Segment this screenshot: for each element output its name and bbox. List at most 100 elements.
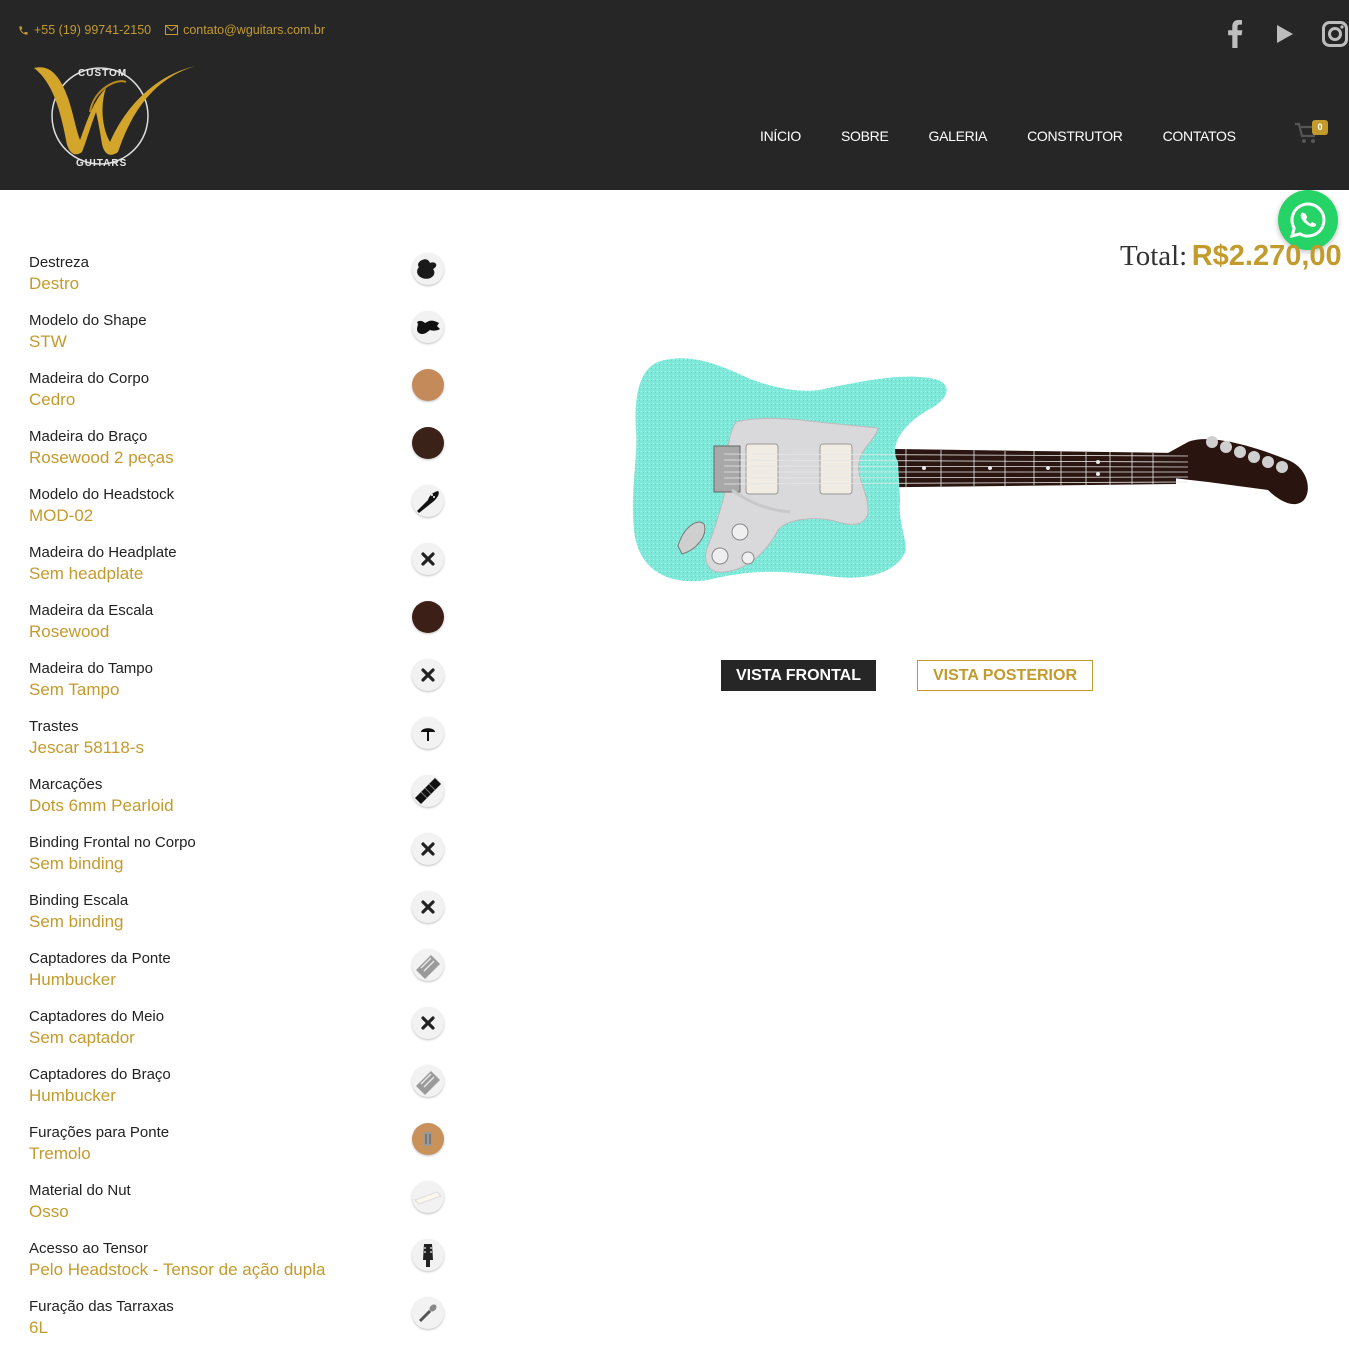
option-label: Captadores do Meio bbox=[29, 1008, 165, 1025]
facebook-icon[interactable] bbox=[1221, 18, 1249, 50]
guitar-preview bbox=[628, 350, 1318, 590]
option-label: Madeira da Escala bbox=[29, 602, 154, 619]
phone-icon bbox=[19, 25, 28, 35]
strat-body-icon bbox=[412, 311, 444, 343]
option-madeira-corpo[interactable]: Madeira do Corpo Cedro bbox=[29, 369, 449, 427]
contact-bar: +55 (19) 99741-2150 contato@wguitars.com… bbox=[18, 23, 325, 37]
youtube-icon[interactable] bbox=[1271, 18, 1299, 50]
option-value: Pelo Headstock - Tensor de ação dupla bbox=[29, 1260, 326, 1279]
humbucker-icon bbox=[412, 949, 444, 981]
front-view-button[interactable]: VISTA FRONTAL bbox=[721, 660, 876, 691]
nav-construtor[interactable]: CONSTRUTOR bbox=[1027, 128, 1123, 144]
nut-icon bbox=[412, 1181, 444, 1213]
option-value: Tremolo bbox=[29, 1144, 91, 1163]
none-x-icon bbox=[412, 659, 444, 691]
nav-inicio[interactable]: INÍCIO bbox=[760, 128, 801, 144]
logo-custom-text: CUSTOM bbox=[78, 68, 127, 79]
option-value: Sem captador bbox=[29, 1028, 135, 1047]
option-binding-corpo[interactable]: Binding Frontal no Corpo Sem binding bbox=[29, 833, 449, 891]
option-value: Humbucker bbox=[29, 970, 116, 989]
option-value: Osso bbox=[29, 1202, 69, 1221]
option-trastes[interactable]: Trastes Jescar 58118-s bbox=[29, 717, 449, 775]
option-value: Sem binding bbox=[29, 912, 124, 931]
option-label: Marcações bbox=[29, 776, 103, 793]
option-binding-escala[interactable]: Binding Escala Sem binding bbox=[29, 891, 449, 949]
instagram-icon[interactable] bbox=[1321, 18, 1349, 50]
option-label: Captadores da Ponte bbox=[29, 950, 171, 967]
option-value: Sem headplate bbox=[29, 564, 144, 583]
option-modelo-headstock[interactable]: Modelo do Headstock MOD-02 bbox=[29, 485, 449, 543]
option-value: Rosewood 2 peças bbox=[29, 448, 174, 467]
option-value: Jescar 58118-s bbox=[29, 738, 144, 757]
option-label: Madeira do Tampo bbox=[29, 660, 153, 677]
cart-button[interactable]: 0 bbox=[1294, 120, 1330, 148]
total-value: R$2.270,00 bbox=[1191, 240, 1342, 272]
nav-sobre[interactable]: SOBRE bbox=[841, 128, 889, 144]
phone-contact[interactable]: +55 (19) 99741-2150 bbox=[18, 23, 151, 37]
none-x-icon bbox=[412, 891, 444, 923]
email-contact[interactable]: contato@wguitars.com.br bbox=[165, 23, 325, 37]
back-view-button[interactable]: VISTA POSTERIOR bbox=[917, 660, 1093, 691]
option-label: Captadores do Braço bbox=[29, 1066, 171, 1083]
bridge-pickup bbox=[745, 443, 779, 495]
headstock-icon bbox=[412, 485, 444, 517]
none-x-icon bbox=[412, 1007, 444, 1039]
total-price: Total: R$2.270,00 bbox=[1120, 240, 1342, 273]
option-captadores-braco[interactable]: Captadores do Braço Humbucker bbox=[29, 1065, 449, 1123]
option-value: 6L bbox=[29, 1318, 48, 1337]
option-value: STW bbox=[29, 332, 67, 351]
tuner-icon bbox=[412, 1297, 444, 1329]
brand-logo[interactable]: CUSTOM GUITARS bbox=[30, 58, 200, 176]
nav-galeria[interactable]: GALERIA bbox=[929, 128, 988, 144]
option-madeira-escala[interactable]: Madeira da Escala Rosewood bbox=[29, 601, 449, 659]
option-value: Cedro bbox=[29, 390, 76, 409]
humbucker-icon bbox=[412, 1065, 444, 1097]
fret-icon bbox=[412, 717, 444, 749]
neck-pickup bbox=[819, 443, 853, 495]
option-label: Acesso ao Tensor bbox=[29, 1240, 148, 1257]
option-madeira-headplate[interactable]: Madeira do Headplate Sem headplate bbox=[29, 543, 449, 601]
wood-swatch-icon bbox=[412, 427, 444, 459]
option-label: Modelo do Headstock bbox=[29, 486, 175, 503]
option-madeira-tampo[interactable]: Madeira do Tampo Sem Tampo bbox=[29, 659, 449, 717]
logo-guitars-text: GUITARS bbox=[76, 158, 127, 169]
option-value: Rosewood bbox=[29, 622, 110, 641]
option-label: Madeira do Braço bbox=[29, 428, 148, 445]
fretboard-icon bbox=[412, 775, 444, 807]
envelope-icon bbox=[165, 25, 179, 35]
wood-swatch-icon bbox=[412, 369, 444, 401]
phone-text: +55 (19) 99741-2150 bbox=[34, 23, 152, 37]
option-marcacoes[interactable]: Marcações Dots 6mm Pearloid bbox=[29, 775, 449, 833]
option-label: Material do Nut bbox=[29, 1182, 131, 1199]
nav-contatos[interactable]: CONTATOS bbox=[1163, 128, 1236, 144]
option-captadores-ponte[interactable]: Captadores da Ponte Humbucker bbox=[29, 949, 449, 1007]
option-label: Madeira do Headplate bbox=[29, 544, 177, 561]
tremolo-bridge bbox=[713, 445, 741, 493]
options-list: Destreza Destro Modelo do Shape STW Made… bbox=[29, 253, 449, 1351]
none-x-icon bbox=[412, 543, 444, 575]
option-label: Madeira do Corpo bbox=[29, 370, 150, 387]
option-label: Binding Escala bbox=[29, 892, 129, 909]
total-label: Total: bbox=[1120, 240, 1188, 272]
option-destreza[interactable]: Destreza Destro bbox=[29, 253, 449, 311]
option-material-nut[interactable]: Material do Nut Osso bbox=[29, 1181, 449, 1239]
cart-count-badge: 0 bbox=[1312, 120, 1328, 135]
wood-swatch-icon bbox=[412, 601, 444, 633]
option-value: Humbucker bbox=[29, 1086, 116, 1105]
option-label: Furações para Ponte bbox=[29, 1124, 170, 1141]
option-acesso-tensor[interactable]: Acesso ao Tensor Pelo Headstock - Tensor… bbox=[29, 1239, 449, 1297]
none-x-icon bbox=[412, 833, 444, 865]
option-captadores-meio[interactable]: Captadores do Meio Sem captador bbox=[29, 1007, 449, 1065]
option-modelo-shape[interactable]: Modelo do Shape STW bbox=[29, 311, 449, 369]
option-madeira-braco[interactable]: Madeira do Braço Rosewood 2 peças bbox=[29, 427, 449, 485]
tremolo-icon bbox=[412, 1123, 444, 1155]
option-value: MOD-02 bbox=[29, 506, 94, 525]
option-furacoes-ponte[interactable]: Furações para Ponte Tremolo bbox=[29, 1123, 449, 1181]
option-furacao-tarraxas[interactable]: Furação das Tarraxas 6L bbox=[29, 1297, 449, 1351]
main-nav: INÍCIO SOBRE GALERIA CONSTRUTOR CONTATOS bbox=[760, 128, 1276, 144]
option-value: Dots 6mm Pearloid bbox=[29, 796, 174, 815]
option-value: Sem Tampo bbox=[29, 680, 120, 699]
option-label: Trastes bbox=[29, 718, 79, 735]
social-links bbox=[1221, 18, 1349, 50]
option-label: Binding Frontal no Corpo bbox=[29, 834, 196, 851]
